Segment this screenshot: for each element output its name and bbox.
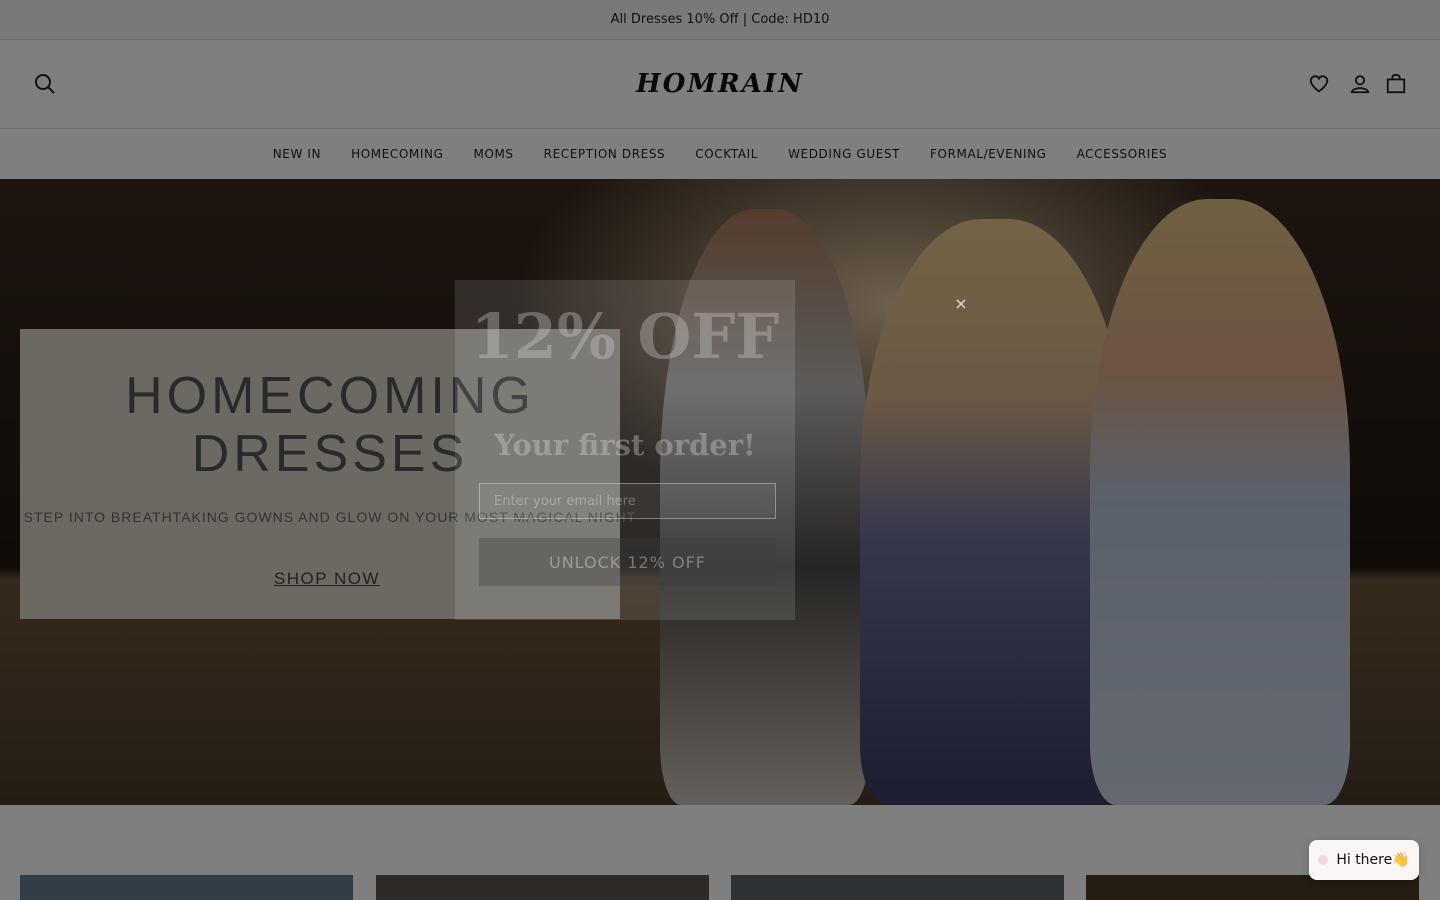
chat-label: Hi there👋 bbox=[1336, 852, 1410, 868]
chat-widget[interactable]: Hi there👋 bbox=[1309, 840, 1419, 880]
chat-avatar-icon bbox=[1318, 855, 1329, 865]
email-input[interactable] bbox=[479, 483, 776, 519]
popup-close-button[interactable]: × bbox=[950, 292, 972, 314]
unlock-discount-button[interactable]: UNLOCK 12% OFF bbox=[479, 538, 776, 586]
popup-subheadline: Your first order! bbox=[494, 428, 756, 462]
close-icon: × bbox=[954, 293, 968, 313]
popup-headline: 12% OFF bbox=[470, 300, 780, 373]
